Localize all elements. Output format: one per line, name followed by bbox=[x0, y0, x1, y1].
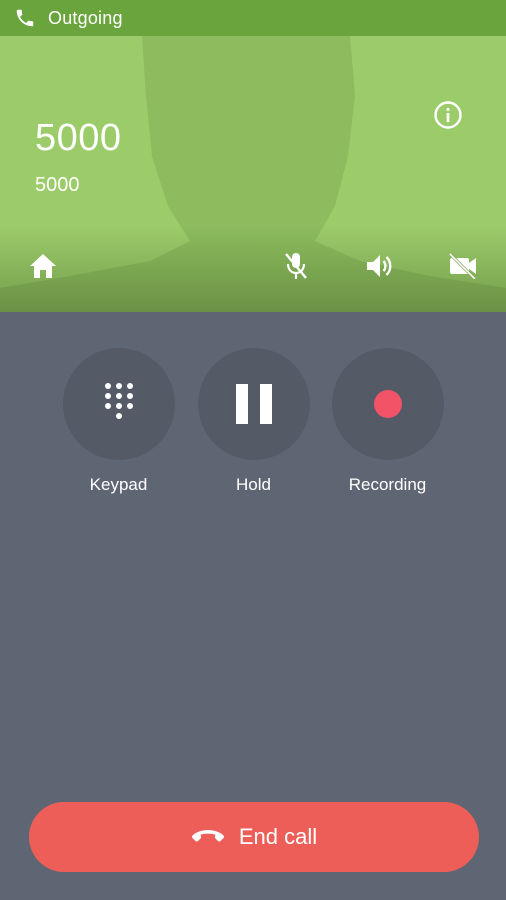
info-icon[interactable] bbox=[432, 99, 464, 131]
hold-button[interactable]: Hold bbox=[186, 348, 321, 495]
keypad-circle[interactable] bbox=[62, 348, 175, 460]
mic-off-icon[interactable] bbox=[280, 250, 312, 282]
end-call-label: End call bbox=[238, 824, 318, 849]
hold-label: Hold bbox=[236, 475, 271, 494]
keypad-label: Keypad bbox=[89, 475, 148, 494]
header-shade bbox=[0, 226, 506, 312]
call-status-label: Outgoing bbox=[48, 7, 123, 28]
recording-button[interactable]: Recording bbox=[320, 348, 455, 495]
caller-name: 5000 bbox=[35, 117, 122, 159]
dialpad-icon bbox=[104, 383, 133, 419]
hang-up-icon bbox=[191, 827, 225, 847]
phone-icon bbox=[14, 7, 36, 29]
end-call-button[interactable]: End call bbox=[29, 802, 479, 872]
status-bar: Outgoing bbox=[0, 0, 506, 36]
recording-circle[interactable] bbox=[331, 348, 444, 460]
caller-header: 5000 5000 bbox=[0, 36, 506, 312]
caller-number: 5000 bbox=[35, 174, 80, 196]
speaker-icon[interactable] bbox=[363, 250, 395, 282]
home-icon[interactable] bbox=[27, 250, 59, 282]
hold-circle[interactable] bbox=[197, 348, 310, 460]
record-icon bbox=[373, 390, 402, 418]
video-off-icon[interactable] bbox=[447, 250, 479, 282]
recording-label: Recording bbox=[348, 475, 427, 494]
keypad-button[interactable]: Keypad bbox=[51, 348, 186, 495]
pause-icon bbox=[235, 384, 272, 424]
